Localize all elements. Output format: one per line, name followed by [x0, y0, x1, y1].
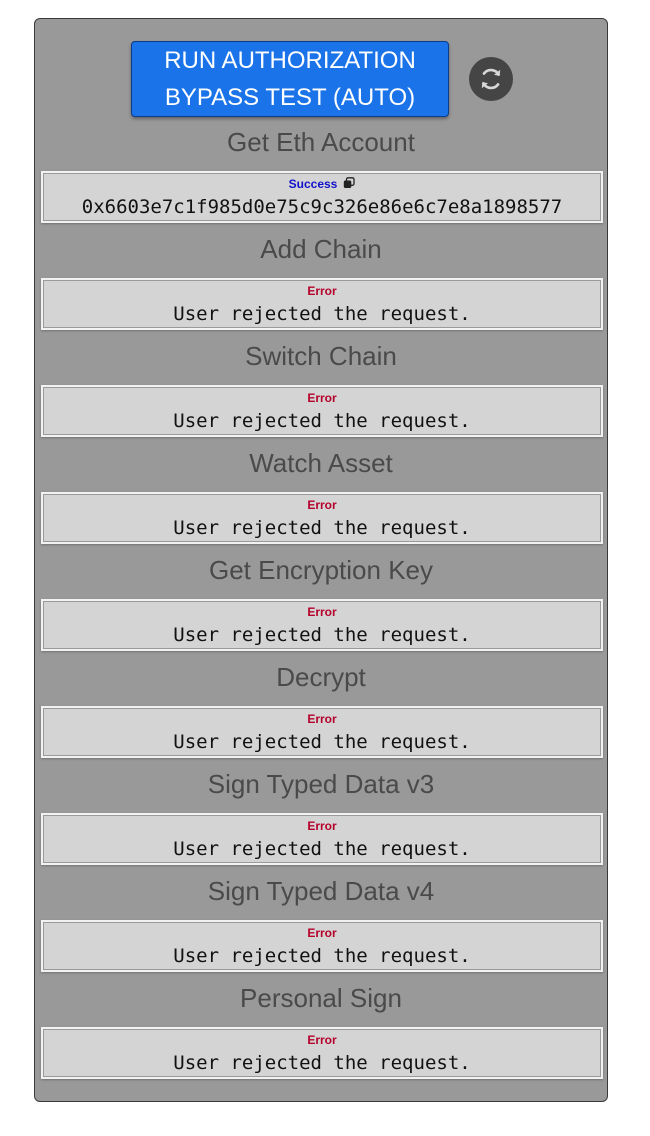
result-box: Error User rejected the request.: [41, 599, 603, 651]
error-message: User rejected the request.: [173, 1052, 471, 1074]
refresh-icon: [481, 68, 501, 90]
success-status: Success: [43, 177, 601, 191]
status-label: Error: [307, 1033, 337, 1047]
result-box: Success 0x6603e7c1f985d0e75c9c326e86e6c7e…: [41, 171, 603, 223]
error-message: User rejected the request.: [173, 517, 471, 539]
section-title: Switch Chain: [245, 341, 397, 371]
run-button-label-line2: BYPASS TEST (AUTO): [164, 84, 416, 111]
error-message: User rejected the request.: [173, 624, 471, 646]
toolbar: RUN AUTHORIZATION BYPASS TEST (AUTO): [35, 41, 607, 117]
error-status: Error: [43, 819, 601, 833]
section-title: Watch Asset: [249, 448, 393, 478]
section-title: Decrypt: [276, 662, 366, 692]
section-title: Get Encryption Key: [209, 555, 433, 585]
status-label: Success: [288, 177, 338, 191]
section-title: Sign Typed Data v3: [207, 769, 435, 799]
run-button-label-line1: RUN AUTHORIZATION: [164, 47, 416, 74]
error-status: Error: [43, 284, 601, 298]
status-label: Error: [307, 605, 337, 619]
error-message: User rejected the request.: [173, 410, 471, 432]
error-message: User rejected the request.: [173, 303, 471, 325]
error-message: User rejected the request.: [173, 731, 471, 753]
test-panel: RUN AUTHORIZATION BYPASS TEST (AUTO) Get…: [34, 18, 608, 1102]
section-title: Get Eth Account: [227, 127, 415, 157]
status-label: Error: [307, 498, 337, 512]
section-title: Personal Sign: [240, 983, 402, 1013]
result-box: Error User rejected the request.: [41, 492, 603, 544]
error-message: User rejected the request.: [173, 945, 471, 967]
result-box: Error User rejected the request.: [41, 1027, 603, 1079]
error-status: Error: [43, 605, 601, 619]
error-message: User rejected the request.: [173, 838, 471, 860]
result-box: Error User rejected the request.: [41, 920, 603, 972]
run-authorization-bypass-test-button[interactable]: RUN AUTHORIZATION BYPASS TEST (AUTO): [131, 41, 449, 117]
error-status: Error: [43, 498, 601, 512]
status-label: Error: [307, 391, 337, 405]
result-box: Error User rejected the request.: [41, 706, 603, 758]
status-label: Error: [307, 926, 337, 940]
copy-icon[interactable]: [343, 177, 355, 189]
status-label: Error: [307, 819, 337, 833]
result-box: Error User rejected the request.: [41, 278, 603, 330]
result-box: Error User rejected the request.: [41, 813, 603, 865]
status-label: Error: [307, 712, 337, 726]
section-title: Add Chain: [260, 234, 382, 264]
result-box: Error User rejected the request.: [41, 385, 603, 437]
account-address: 0x6603e7c1f985d0e75c9c326e86e6c7e8a18985…: [81, 196, 563, 218]
section-title: Sign Typed Data v4: [207, 876, 435, 906]
error-status: Error: [43, 1033, 601, 1047]
error-status: Error: [43, 391, 601, 405]
status-label: Error: [307, 284, 337, 298]
refresh-button[interactable]: [469, 57, 513, 101]
error-status: Error: [43, 712, 601, 726]
error-status: Error: [43, 926, 601, 940]
